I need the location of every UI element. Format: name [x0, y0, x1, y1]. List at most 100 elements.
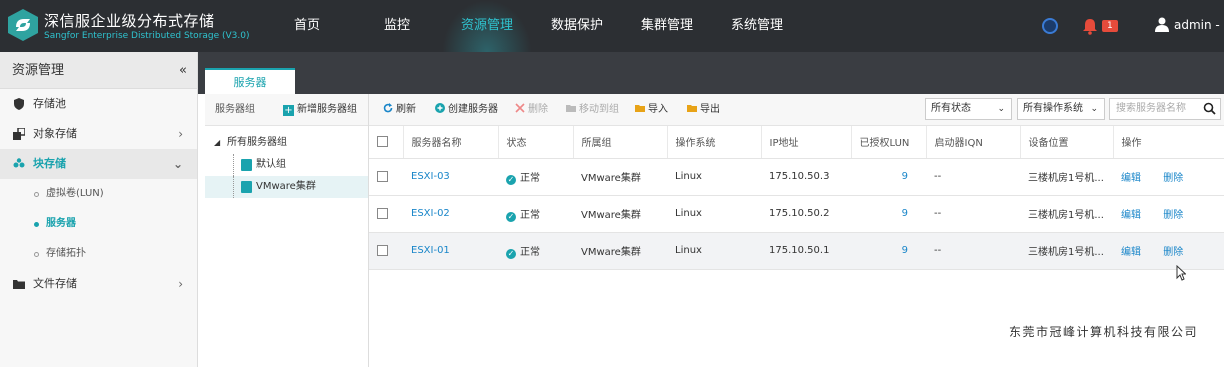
add-server-group-button[interactable]: + 新增服务器组 [283, 94, 357, 126]
edit-link[interactable]: 编辑 [1121, 173, 1141, 184]
tree-node-default-group[interactable]: 默认组 [205, 154, 368, 176]
column-header[interactable]: 启动器IQN [926, 126, 1021, 159]
table-header-row: 服务器名称 状态 所属组 操作系统 IP地址 已授权LUN 启动器IQN 设备位… [369, 126, 1224, 159]
folder-icon [13, 280, 25, 289]
os-cell: Linux [667, 232, 761, 270]
status-cell: ✓ 正常 [498, 158, 573, 196]
lun-count-link[interactable]: 9 [851, 195, 926, 233]
column-header[interactable]: IP地址 [761, 126, 852, 159]
check-circle-icon: ✓ [506, 248, 516, 259]
status-filter-select[interactable]: 所有状态 ⌄ [925, 98, 1012, 120]
column-header[interactable]: 服务器名称 [403, 126, 499, 159]
create-server-button[interactable]: 创建服务器 [435, 94, 498, 126]
server-name-link[interactable]: ESXI-02 [403, 195, 498, 233]
column-header[interactable]: 所属组 [573, 126, 668, 159]
add-circle-icon [435, 103, 445, 113]
tree-root-all-groups[interactable]: ◢ 所有服务器组 [205, 132, 368, 154]
check-circle-icon: ✓ [506, 174, 516, 185]
check-circle-icon: ✓ [506, 211, 516, 222]
sidebar-title: 资源管理 [12, 63, 65, 78]
lun-count-link[interactable]: 9 [851, 232, 926, 270]
ip-cell: 175.10.50.1 [761, 232, 851, 270]
os-cell: Linux [667, 195, 761, 233]
tree-line [233, 176, 234, 198]
nav-home[interactable]: 首页 [262, 0, 352, 52]
status-cell: ✓ 正常 [498, 232, 573, 270]
create-server-label: 创建服务器 [448, 104, 498, 115]
group-cell: VMware集群 [573, 158, 667, 196]
brand-subtitle: Sangfor Enterprise Distributed Storage (… [44, 31, 250, 41]
sidebar-item-file-storage[interactable]: 文件存储 › [0, 269, 197, 299]
tree-node-label: 默认组 [256, 159, 286, 170]
chevron-right-icon: › [178, 127, 183, 141]
nav-resource-management[interactable]: 资源管理 [442, 0, 532, 52]
select-all-checkbox[interactable] [377, 136, 388, 147]
iqn-cell: -- [926, 195, 1020, 233]
search-placeholder: 搜索服务器名称 [1116, 103, 1186, 114]
user-menu[interactable]: admin - [1174, 18, 1220, 32]
column-header[interactable]: 操作系统 [667, 126, 762, 159]
user-icon [1155, 17, 1169, 32]
actions-cell: 编辑 删除 [1113, 232, 1224, 270]
os-filter-value: 所有操作系统 [1023, 103, 1083, 114]
row-checkbox[interactable] [377, 207, 388, 219]
location-cell: 三楼机房1号机... [1020, 158, 1113, 196]
sidebar-item-block-storage[interactable]: 块存储 ⌄ [0, 149, 197, 179]
alert-count-badge: 1 [1102, 20, 1118, 32]
row-checkbox[interactable] [377, 170, 388, 182]
sidebar-subitem-topology[interactable]: 存储拓扑 [0, 239, 197, 269]
tree-root-label: 所有服务器组 [227, 137, 287, 148]
delete-link[interactable]: 删除 [1163, 247, 1183, 258]
row-select-cell [369, 232, 403, 270]
edit-link[interactable]: 编辑 [1121, 210, 1141, 221]
import-button[interactable]: 导入 [635, 94, 668, 126]
refresh-button[interactable]: 刷新 [383, 94, 416, 126]
nav-cluster-management[interactable]: 集群管理 [622, 0, 712, 52]
nav-system-management[interactable]: 系统管理 [712, 0, 802, 52]
column-header[interactable]: 状态 [498, 126, 574, 159]
toolbar: 刷新 创建服务器 删除 移动到组 导入 导出 所有状态 ⌄ 所有操作系统 ⌄ 搜… [369, 94, 1224, 126]
server-name-link[interactable]: ESXI-03 [403, 158, 498, 196]
column-header[interactable]: 设备位置 [1020, 126, 1114, 159]
sidebar-item-label: 存储池 [33, 97, 66, 110]
status-cell: ✓ 正常 [498, 195, 573, 233]
table-row[interactable]: ESXI-02 ✓ 正常 VMware集群 Linux 175.10.50.2 9… [369, 195, 1224, 233]
column-header[interactable]: 已授权LUN [851, 126, 927, 159]
os-filter-select[interactable]: 所有操作系统 ⌄ [1017, 98, 1105, 120]
sidebar-subitem-lun[interactable]: 虚拟卷(LUN) [0, 179, 197, 209]
search-input[interactable]: 搜索服务器名称 [1109, 98, 1221, 120]
export-label: 导出 [700, 104, 720, 115]
nav-monitor[interactable]: 监控 [352, 0, 442, 52]
actions-cell: 编辑 删除 [1113, 195, 1224, 233]
sidebar-subitem-servers[interactable]: 服务器 [0, 209, 197, 239]
table-row[interactable]: ESXI-03 ✓ 正常 VMware集群 Linux 175.10.50.3 9… [369, 158, 1224, 196]
edit-link[interactable]: 编辑 [1121, 247, 1141, 258]
search-icon[interactable] [1203, 102, 1216, 115]
sidebar-item-storage-pool[interactable]: 存储池 [0, 89, 197, 119]
delete-button[interactable]: 删除 [515, 94, 548, 126]
table-row[interactable]: ESXI-01 ✓ 正常 VMware集群 Linux 175.10.50.1 9… [369, 232, 1224, 270]
import-label: 导入 [648, 104, 668, 115]
mouse-cursor-icon [1176, 265, 1186, 281]
status-globe-icon[interactable] [1042, 18, 1058, 34]
tab-servers[interactable]: 服务器 [205, 68, 295, 94]
move-to-group-button[interactable]: 移动到组 [566, 94, 619, 126]
tree-node-vmware-cluster[interactable]: VMware集群 [205, 176, 368, 198]
delete-link[interactable]: 删除 [1163, 173, 1183, 184]
sidebar-item-object-storage[interactable]: 对象存储 › [0, 119, 197, 149]
server-name-link[interactable]: ESXI-01 [403, 232, 498, 270]
block-storage-icon [13, 158, 25, 168]
tree-node-label: VMware集群 [256, 181, 316, 192]
row-checkbox[interactable] [377, 244, 388, 256]
bell-icon[interactable] [1081, 17, 1099, 35]
export-icon [687, 105, 697, 112]
company-watermark: 东莞市冠峰计算机科技有限公司 [1009, 325, 1199, 339]
top-navbar: 深信服企业级分布式存储 Sangfor Enterprise Distribut… [0, 0, 1224, 52]
export-button[interactable]: 导出 [687, 94, 720, 126]
lun-count-link[interactable]: 9 [851, 158, 926, 196]
triangle-down-icon[interactable]: ◢ [214, 132, 220, 154]
collapse-sidebar-icon[interactable]: « [179, 52, 187, 89]
chevron-down-icon: ⌄ [1090, 104, 1098, 114]
nav-data-protection[interactable]: 数据保护 [532, 0, 622, 52]
delete-link[interactable]: 删除 [1163, 210, 1183, 221]
